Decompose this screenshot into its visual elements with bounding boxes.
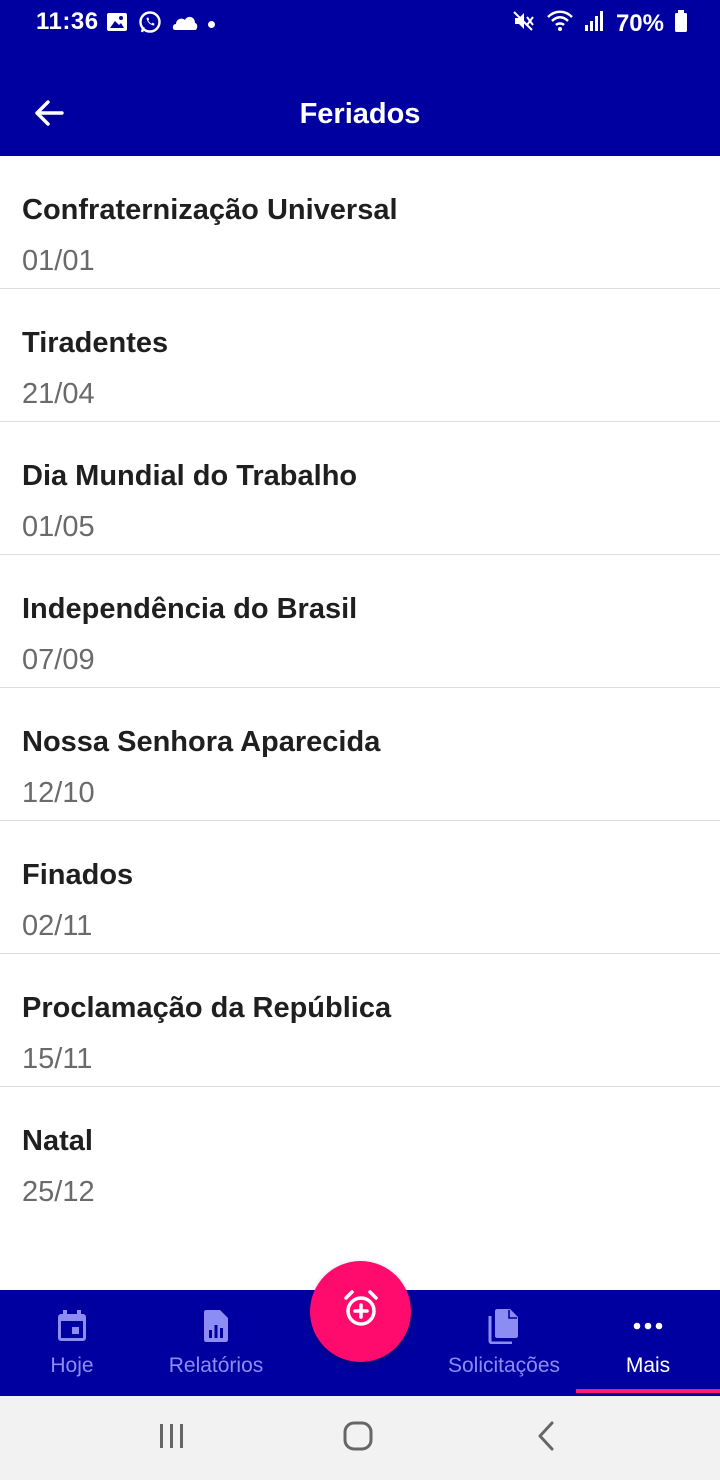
list-item[interactable]: Independência do Brasil 07/09 <box>0 555 720 688</box>
holiday-date: 07/09 <box>22 644 95 676</box>
holiday-name: Proclamação da República <box>22 992 392 1024</box>
holiday-date: 02/11 <box>22 910 93 942</box>
list-item[interactable]: Proclamação da República 15/11 <box>0 954 720 1087</box>
system-navigation-bar <box>0 1396 720 1480</box>
holiday-date: 01/01 <box>22 245 95 277</box>
chevron-left-icon <box>536 1420 556 1457</box>
more-icon <box>633 1308 663 1344</box>
list-item[interactable]: Nossa Senhora Aparecida 12/10 <box>0 688 720 821</box>
holiday-name: Natal <box>22 1125 93 1157</box>
documents-icon <box>488 1308 520 1344</box>
nav-item-relatorios[interactable]: Relatórios <box>144 1290 288 1396</box>
nav-label: Relatórios <box>168 1354 264 1377</box>
active-tab-indicator <box>576 1389 720 1393</box>
cloud-icon <box>172 12 198 37</box>
calendar-icon <box>57 1308 87 1344</box>
whatsapp-icon <box>138 10 162 39</box>
holiday-name: Dia Mundial do Trabalho <box>22 460 358 492</box>
dot-icon <box>208 21 215 28</box>
notification-icons <box>106 10 215 39</box>
status-time: 11:36 <box>36 8 99 35</box>
battery-percent: 70% <box>615 9 664 37</box>
holiday-name: Tiradentes <box>22 327 169 359</box>
back-nav-button[interactable] <box>516 1416 576 1460</box>
holiday-date: 12/10 <box>22 777 95 809</box>
page-title: Feriados <box>299 98 421 130</box>
recent-apps-icon <box>157 1422 187 1455</box>
holiday-date: 21/04 <box>22 378 95 410</box>
holiday-name: Confraternização Universal <box>22 194 398 226</box>
nav-item-hoje[interactable]: Hoje <box>0 1290 144 1396</box>
nav-label: Solicitações <box>447 1354 561 1377</box>
battery-icon <box>674 10 688 37</box>
alarm-add-icon <box>341 1289 381 1334</box>
system-status-icons: 70% <box>512 9 688 38</box>
app-bar: 11:36 70% Feriados <box>0 0 720 156</box>
clock-in-button[interactable] <box>310 1261 411 1362</box>
nav-label: Hoje <box>50 1354 94 1377</box>
recent-apps-button[interactable] <box>142 1416 202 1460</box>
gallery-icon <box>106 12 128 37</box>
holiday-date: 01/05 <box>22 511 95 543</box>
signal-icon <box>584 10 606 37</box>
nav-item-solicitacoes[interactable]: Solicitações <box>432 1290 576 1396</box>
holiday-name: Nossa Senhora Aparecida <box>22 726 381 758</box>
holiday-date: 15/11 <box>22 1043 93 1075</box>
nav-label: Mais <box>625 1354 671 1377</box>
mute-icon <box>512 9 536 38</box>
list-item[interactable]: Finados 02/11 <box>0 821 720 954</box>
nav-item-mais[interactable]: Mais <box>576 1290 720 1396</box>
report-icon <box>203 1308 229 1344</box>
holiday-date: 25/12 <box>22 1176 95 1208</box>
list-item[interactable]: Confraternização Universal 01/01 <box>0 156 720 289</box>
home-icon <box>342 1420 374 1457</box>
list-item[interactable]: Natal 25/12 <box>0 1087 720 1220</box>
holiday-name: Independência do Brasil <box>22 593 358 625</box>
list-item[interactable]: Tiradentes 21/04 <box>0 289 720 422</box>
wifi-icon <box>546 9 574 38</box>
list-item[interactable]: Dia Mundial do Trabalho 01/05 <box>0 422 720 555</box>
toolbar: Feriados <box>0 70 720 156</box>
status-bar: 11:36 70% <box>0 0 720 48</box>
home-button[interactable] <box>328 1416 388 1460</box>
holiday-name: Finados <box>22 859 134 891</box>
holiday-list: Confraternização Universal 01/01 Tiraden… <box>0 156 720 1220</box>
